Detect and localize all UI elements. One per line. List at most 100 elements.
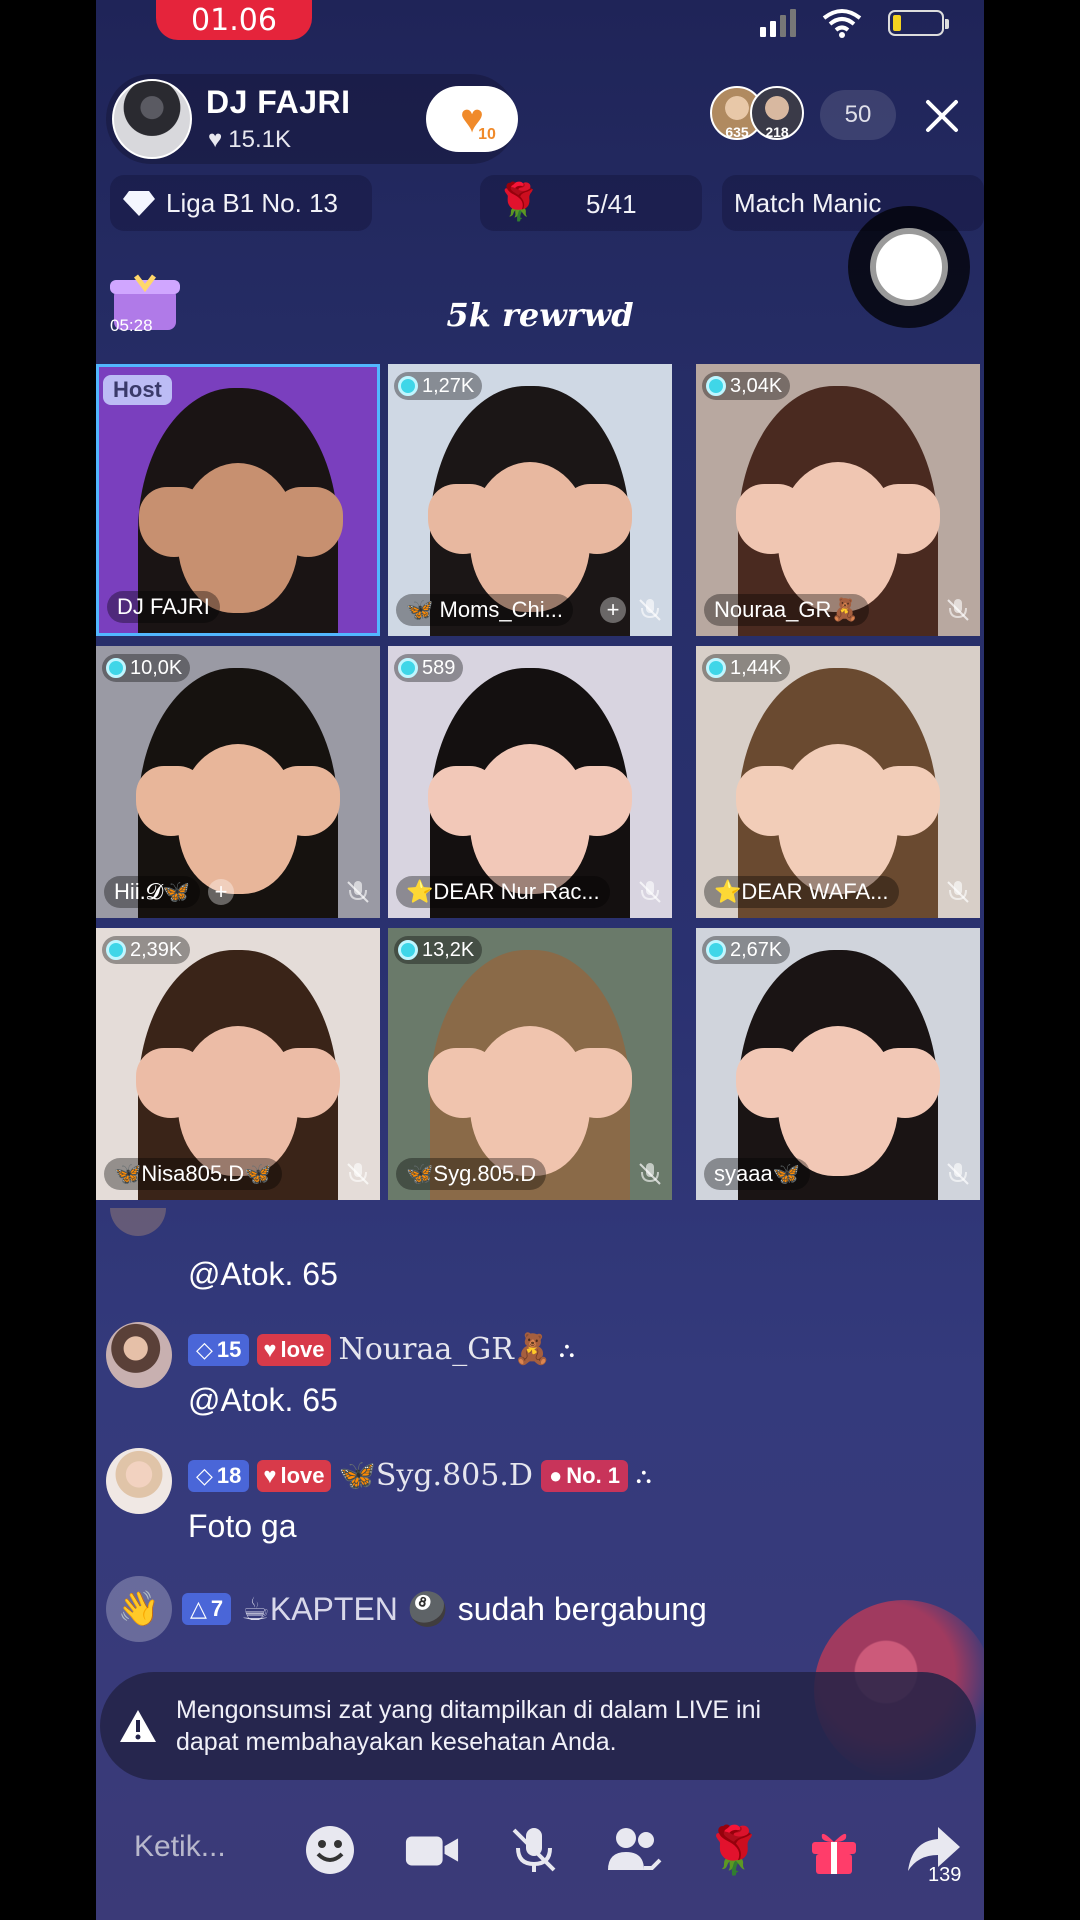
mic-muted-icon bbox=[347, 881, 369, 903]
wave-hand-icon[interactable]: 👋 bbox=[106, 1576, 172, 1642]
rose-goal-chip[interactable]: 🌹 5/41 bbox=[480, 175, 702, 231]
chat-username[interactable]: 🦋Syg.805.D bbox=[339, 1458, 533, 1493]
guest-name: ⭐DEAR Nur Rac... bbox=[396, 876, 610, 908]
chat-meta: ◇ 18 ♥ love 🦋Syg.805.D ● No. 1 ⛬ bbox=[188, 1458, 651, 1493]
viewer-avatar[interactable]: 218 bbox=[750, 86, 804, 140]
diamond-icon bbox=[123, 191, 155, 216]
score-value: 1,44K bbox=[730, 656, 783, 679]
guest-name: syaaa🦋 bbox=[704, 1158, 811, 1190]
diamond-icon bbox=[706, 376, 726, 396]
camera-icon[interactable] bbox=[404, 1822, 460, 1878]
chat-message-text: @Atok. 65 bbox=[188, 1382, 338, 1418]
league-chip[interactable]: Liga B1 No. 13 bbox=[110, 175, 372, 231]
level-icon: ◇ bbox=[196, 1336, 213, 1362]
score-badge: 1,44K bbox=[702, 654, 791, 682]
bottom-bar: Ketik... 🌹 139 bbox=[96, 1810, 984, 1890]
diamond-icon bbox=[706, 658, 726, 678]
video-hand bbox=[736, 1048, 806, 1118]
mic-muted-icon bbox=[639, 1163, 661, 1185]
video-hand bbox=[562, 484, 632, 554]
score-value: 10,0K bbox=[130, 656, 183, 679]
score-badge: 10,0K bbox=[102, 654, 191, 682]
diamond-icon bbox=[106, 940, 126, 960]
people-icon[interactable] bbox=[606, 1822, 662, 1878]
score-value: 13,2K bbox=[422, 938, 475, 961]
heart-icon: ♥ 10 bbox=[460, 97, 496, 143]
guest-name: ⭐DEAR WAFA... bbox=[704, 876, 899, 908]
score-badge: 3,04K bbox=[702, 372, 791, 400]
video-tile[interactable]: 2,39K 🦋Nisa805.D🦋 bbox=[96, 928, 380, 1200]
follow-plus-icon[interactable]: + bbox=[600, 597, 626, 623]
host-name: DJ FAJRI bbox=[206, 84, 351, 120]
video-tile[interactable]: 589 ⭐DEAR Nur Rac... bbox=[388, 646, 672, 918]
guest-name: 🦋 Moms_Chi... bbox=[396, 594, 573, 626]
emoji-icon[interactable] bbox=[302, 1822, 358, 1878]
top-viewers[interactable]: 635 218 bbox=[710, 86, 804, 140]
battery-icon bbox=[888, 10, 949, 36]
diamond-icon bbox=[106, 658, 126, 678]
host-avatar[interactable] bbox=[112, 79, 192, 159]
mic-muted-icon bbox=[947, 1163, 969, 1185]
health-warning: Mengonsumsi zat yang ditampilkan di dala… bbox=[100, 1672, 976, 1780]
guest-name: Hii.𝓓🦋 bbox=[104, 876, 201, 908]
heart-icon: ♥ bbox=[263, 1462, 277, 1488]
video-tile[interactable]: 1,27K 🦋 Moms_Chi... + bbox=[388, 364, 672, 636]
guest-name: DJ FAJRI bbox=[107, 591, 220, 623]
video-tile[interactable]: 13,2K 🦋Syg.805.D bbox=[388, 928, 672, 1200]
video-hand bbox=[562, 766, 632, 836]
video-hand bbox=[870, 766, 940, 836]
gift-icon[interactable] bbox=[806, 1822, 862, 1878]
follow-heart-button[interactable]: ♥ 10 bbox=[426, 86, 518, 152]
chat-username[interactable]: Nouraa_GR🧸 bbox=[339, 1332, 552, 1367]
viewer-count[interactable]: 50 bbox=[820, 90, 896, 140]
follow-plus-icon[interactable]: + bbox=[208, 879, 234, 905]
heart-icon: ♥ bbox=[263, 1336, 277, 1362]
join-notice: 👋 △ 7 ☕KAPTEN 🎱 sudah bergabung bbox=[106, 1576, 707, 1642]
diamond-icon bbox=[398, 658, 418, 678]
chat-avatar[interactable] bbox=[106, 1322, 172, 1388]
score-badge: 13,2K bbox=[394, 936, 483, 964]
score-badge: 589 bbox=[394, 654, 464, 682]
comment-input[interactable]: Ketik... bbox=[134, 1830, 226, 1864]
join-emoji: 🎱 bbox=[407, 1591, 448, 1627]
chat-avatar[interactable] bbox=[110, 1208, 166, 1236]
mic-muted-icon bbox=[639, 881, 661, 903]
live-screen: 01.06 DJ FAJRI ♥ 15.1K ♥ 10 635 218 50 L… bbox=[96, 0, 984, 1920]
heart-icon: ♥ bbox=[208, 126, 223, 153]
video-tile[interactable]: 3,04K Nouraa_GR🧸 bbox=[696, 364, 980, 636]
host-likes: ♥ 15.1K bbox=[208, 126, 291, 153]
diamond-icon bbox=[398, 376, 418, 396]
guest-name: 🦋Syg.805.D bbox=[396, 1158, 547, 1190]
banner-text: 5k rewrwd bbox=[446, 296, 634, 334]
love-badge: ♥ love bbox=[257, 1333, 331, 1366]
video-hand bbox=[736, 766, 806, 836]
mic-off-icon[interactable] bbox=[506, 1822, 562, 1878]
rose-gift-icon[interactable]: 🌹 bbox=[705, 1822, 762, 1878]
close-icon[interactable] bbox=[922, 96, 962, 136]
score-badge: 2,67K bbox=[702, 936, 791, 964]
host-info[interactable]: DJ FAJRI ♥ 15.1K ♥ 10 bbox=[106, 74, 518, 164]
record-icon bbox=[870, 228, 948, 306]
team-icon: ⛬ bbox=[559, 1336, 575, 1362]
diamond-icon bbox=[706, 940, 726, 960]
mic-muted-icon bbox=[947, 599, 969, 621]
level-icon: ◇ bbox=[196, 1462, 213, 1488]
score-value: 2,67K bbox=[730, 938, 783, 961]
level-badge: ◇ 15 bbox=[188, 1333, 250, 1366]
video-tile[interactable]: 10,0K Hii.𝓓🦋 + bbox=[96, 646, 380, 918]
chat-avatar[interactable] bbox=[106, 1448, 172, 1514]
love-badge: ♥ love bbox=[257, 1459, 331, 1492]
share-count: 139 bbox=[928, 1864, 962, 1886]
level-badge: △ 7 bbox=[182, 1593, 232, 1625]
video-tile[interactable]: 1,44K ⭐DEAR WAFA... bbox=[696, 646, 980, 918]
join-username[interactable]: ☕KAPTEN bbox=[241, 1590, 398, 1628]
video-tile[interactable]: Host DJ FAJRI bbox=[96, 364, 380, 636]
mic-muted-icon bbox=[947, 881, 969, 903]
video-tile[interactable]: 2,67K syaaa🦋 bbox=[696, 928, 980, 1200]
mic-muted-icon bbox=[347, 1163, 369, 1185]
score-value: 589 bbox=[422, 656, 456, 679]
mic-muted-icon bbox=[639, 599, 661, 621]
video-hand bbox=[270, 766, 340, 836]
video-hand bbox=[428, 766, 498, 836]
guest-name: 🦋Nisa805.D🦋 bbox=[104, 1158, 282, 1190]
